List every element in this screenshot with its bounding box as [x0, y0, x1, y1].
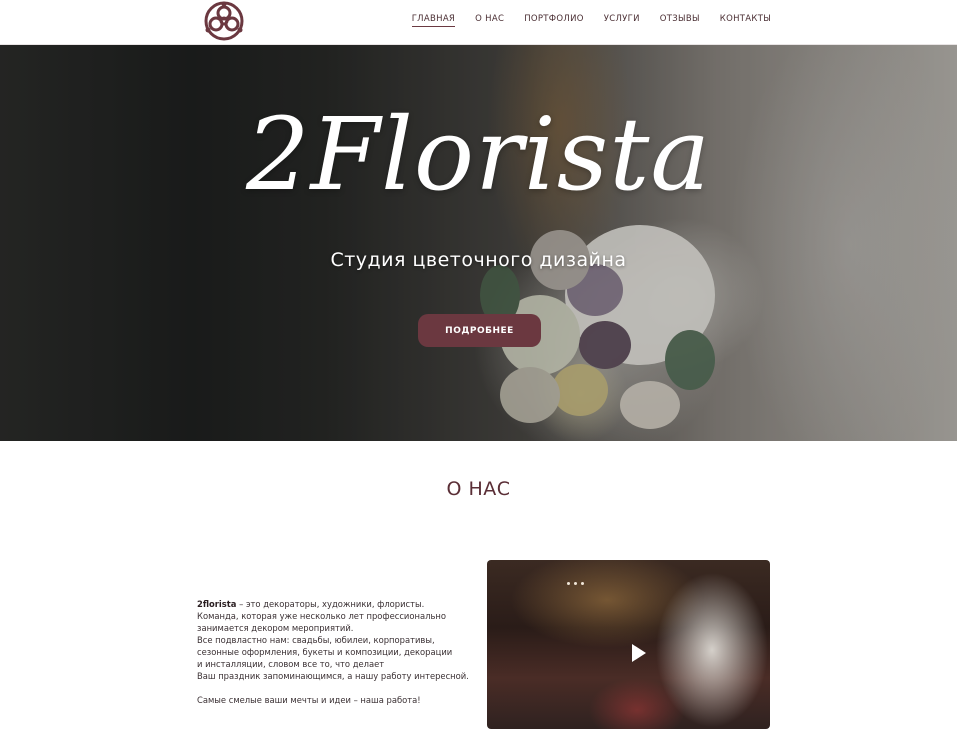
play-button[interactable]	[623, 638, 653, 668]
nav-item-home[interactable]: ГЛАВНАЯ	[411, 14, 456, 27]
nav-item-portfolio[interactable]: ПОРТФОЛИО	[524, 14, 584, 27]
main-nav: ГЛАВНАЯ О НАС ПОРТФОЛИО УСЛУГИ ОТЗЫВЫ КО…	[392, 14, 771, 27]
nav-item-services[interactable]: УСЛУГИ	[604, 14, 640, 27]
nav-item-about[interactable]: О НАС	[475, 14, 504, 27]
brand-name: 2florista	[197, 599, 237, 609]
floral-ornament-icon	[204, 1, 244, 41]
about-line-5: сезонные оформления, букеты и композиции…	[197, 647, 453, 657]
about-text: 2florista – это декораторы, художники, ф…	[197, 598, 477, 706]
about-line-3: занимается декором мероприятий.	[197, 623, 354, 633]
nav-item-reviews[interactable]: ОТЗЫВЫ	[660, 14, 700, 27]
nav-item-contacts[interactable]: КОНТАКТЫ	[720, 14, 771, 27]
site-header: ГЛАВНАЯ О НАС ПОРТФОЛИО УСЛУГИ ОТЗЫВЫ КО…	[0, 0, 957, 45]
about-line-6: и инсталляции, словом все то, что делает	[197, 659, 385, 669]
more-button[interactable]: ПОДРОБНЕЕ	[418, 314, 541, 347]
about-line-1: 2florista – это декораторы, художники, ф…	[197, 598, 477, 610]
about-line-4: Все подвластно нам: свадьбы, юбилеи, кор…	[197, 635, 435, 645]
about-line-7: Ваш праздник запоминающимся, а нашу рабо…	[197, 671, 469, 681]
about-line-2: Команда, которая уже несколько лет профе…	[197, 611, 446, 621]
hero-title: 2Florista	[245, 96, 712, 213]
about-line-1-rest: – это декораторы, художники, флористы.	[236, 599, 425, 609]
about-title: О НАС	[446, 478, 511, 500]
about-video[interactable]	[487, 560, 770, 729]
play-icon	[632, 644, 646, 662]
hero-subtitle: Студия цветочного дизайна	[330, 249, 627, 271]
about-line-8: Самые смелые ваши мечты и идеи – наша ра…	[197, 695, 421, 705]
hero-banner: 2Florista Студия цветочного дизайна ПОДР…	[0, 45, 957, 441]
lights-decoration	[567, 570, 597, 585]
logo[interactable]	[201, 0, 247, 42]
